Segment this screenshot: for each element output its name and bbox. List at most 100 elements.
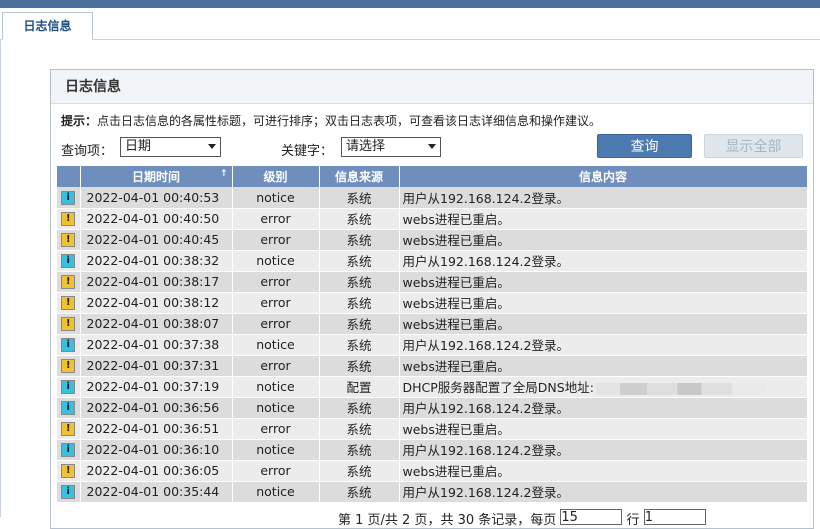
cell-datetime: 2022-04-01 00:36:05 [80,460,233,482]
cell-message: webs进程已重启。 [399,418,808,440]
header-source[interactable]: 信息来源 [319,166,400,187]
cell-message: webs进程已重启。 [399,292,808,314]
message-text: webs进程已重启。 [402,275,510,290]
info-icon: i [61,254,76,269]
cell-source: 系统 [319,292,400,314]
query-item-select[interactable]: 日期 [120,137,221,157]
left-border [0,40,1,517]
table-row[interactable]: i 2022-04-01 00:36:10 notice 系统 用户从192.168.1… [57,439,808,461]
header-level[interactable]: 级别 [232,166,320,187]
cell-source: 系统 [319,334,400,356]
cell-message: 用户从192.168.124.2登录。 [399,439,808,461]
cell-level: error [232,229,320,251]
cell-datetime: 2022-04-01 00:35:44 [80,481,233,503]
warning-icon: ! [61,464,76,479]
tab-strip: 日志信息 [0,8,820,40]
cell-source: 系统 [319,397,400,419]
cell-level: error [232,208,320,230]
level-icon-cell: i [57,334,81,356]
cell-source: 系统 [319,460,400,482]
tip-body: 点击日志信息的各属性标题，可进行排序；双击日志表项，可查看该日志详细信息和操作建… [97,114,602,128]
table-row[interactable]: ! 2022-04-01 00:38:17 error 系统 webs进程已重启。 [57,271,808,293]
level-icon-cell: i [57,250,81,272]
header-datetime[interactable]: 日期时间 ↑ [80,166,233,187]
table-row[interactable]: ! 2022-04-01 00:36:05 error 系统 webs进程已重启。 [57,460,808,482]
cell-level: notice [232,334,320,356]
cell-message: 用户从192.168.124.2登录。 [399,250,808,272]
header-message[interactable]: 信息内容 [399,166,808,187]
table-row[interactable]: ! 2022-04-01 00:37:31 error 系统 webs进程已重启。 [57,355,808,377]
table-row[interactable]: ! 2022-04-01 00:38:12 error 系统 webs进程已重启。 [57,292,808,314]
table-row[interactable]: ! 2022-04-01 00:40:45 error 系统 webs进程已重启。 [57,229,808,251]
cell-level: error [232,313,320,335]
table-row[interactable]: i 2022-04-01 00:37:19 notice 配置 DHCP服务器配置了全局… [57,376,808,398]
cell-message: DHCP服务器配置了全局DNS地址: [399,376,808,398]
top-bar [0,0,820,8]
pager-summary: 第 1 页/共 2 页，共 30 条记录，每页 [338,513,557,528]
warning-icon: ! [61,422,76,437]
message-text: 用户从192.168.124.2登录。 [402,485,569,500]
table-row[interactable]: i 2022-04-01 00:37:38 notice 系统 用户从192.168.1… [57,334,808,356]
pager-rows-label: 行 [626,513,640,528]
info-icon: i [61,338,76,353]
cell-datetime: 2022-04-01 00:37:38 [80,334,233,356]
table-row[interactable]: i 2022-04-01 00:40:53 notice 系统 用户从192.168.1… [57,187,808,209]
level-icon-cell: i [57,397,81,419]
table-row[interactable]: ! 2022-04-01 00:38:07 error 系统 webs进程已重启。 [57,313,808,335]
level-icon-cell: i [57,439,81,461]
cell-source: 系统 [319,271,400,293]
table-row[interactable]: i 2022-04-01 00:35:44 notice 系统 用户从192.168.1… [57,481,808,503]
cell-source: 系统 [319,313,400,335]
cell-datetime: 2022-04-01 00:38:32 [80,250,233,272]
log-table: 日期时间 ↑ 级别 信息来源 信息内容 i 2022-04-01 00:40:53 n… [57,166,808,503]
level-icon-cell: i [57,376,81,398]
cell-source: 系统 [319,208,400,230]
cell-source: 系统 [319,250,400,272]
cell-level: notice [232,250,320,272]
info-icon: i [61,401,76,416]
cell-level: notice [232,397,320,419]
message-text: webs进程已重启。 [402,296,510,311]
table-row[interactable]: ! 2022-04-01 00:36:51 error 系统 webs进程已重启。 [57,418,808,440]
cell-source: 系统 [319,418,400,440]
tab-log-info[interactable]: 日志信息 [2,12,93,40]
keyword-label: 关键字： [281,144,334,159]
level-icon-cell: i [57,187,81,209]
warning-icon: ! [61,296,76,311]
cell-datetime: 2022-04-01 00:40:45 [80,229,233,251]
cell-datetime: 2022-04-01 00:40:53 [80,187,233,209]
query-item-value: 日期 [125,139,152,154]
keyword-select[interactable]: 请选择 [341,137,441,157]
per-page-input[interactable]: 15 [560,509,623,525]
cell-source: 系统 [319,229,400,251]
log-panel: 日志信息 提示：点击日志信息的各属性标题，可进行排序；双击日志表项，可查看该日志… [50,69,814,529]
cell-message: webs进程已重启。 [399,355,808,377]
cell-source: 系统 [319,355,400,377]
warning-icon: ! [61,359,76,374]
chevron-down-icon [428,144,436,149]
cell-datetime: 2022-04-01 00:37:19 [80,376,233,398]
cell-datetime: 2022-04-01 00:37:31 [80,355,233,377]
cell-level: notice [232,439,320,461]
table-row[interactable]: i 2022-04-01 00:36:56 notice 系统 用户从192.168.1… [57,397,808,419]
cell-message: webs进程已重启。 [399,208,808,230]
table-row[interactable]: ! 2022-04-01 00:40:50 error 系统 webs进程已重启。 [57,208,808,230]
cell-message: webs进程已重启。 [399,229,808,251]
cell-level: error [232,292,320,314]
message-text: webs进程已重启。 [402,464,510,479]
page-input[interactable]: 1 [643,509,706,525]
query-button[interactable]: 查询 [597,134,692,158]
tip-prefix: 提示： [61,114,98,128]
cell-message: 用户从192.168.124.2登录。 [399,187,808,209]
cell-level: notice [232,376,320,398]
message-text: 用户从192.168.124.2登录。 [402,401,569,416]
message-text: DHCP服务器配置了全局DNS地址: [402,380,594,395]
cell-level: error [232,271,320,293]
cell-message: 用户从192.168.124.2登录。 [399,481,808,503]
cell-message: webs进程已重启。 [399,313,808,335]
show-all-button[interactable]: 显示全部 [704,134,803,158]
table-row[interactable]: i 2022-04-01 00:38:32 notice 系统 用户从192.168.1… [57,250,808,272]
cell-source: 系统 [319,481,400,503]
level-icon-cell: i [57,481,81,503]
cell-datetime: 2022-04-01 00:38:12 [80,292,233,314]
